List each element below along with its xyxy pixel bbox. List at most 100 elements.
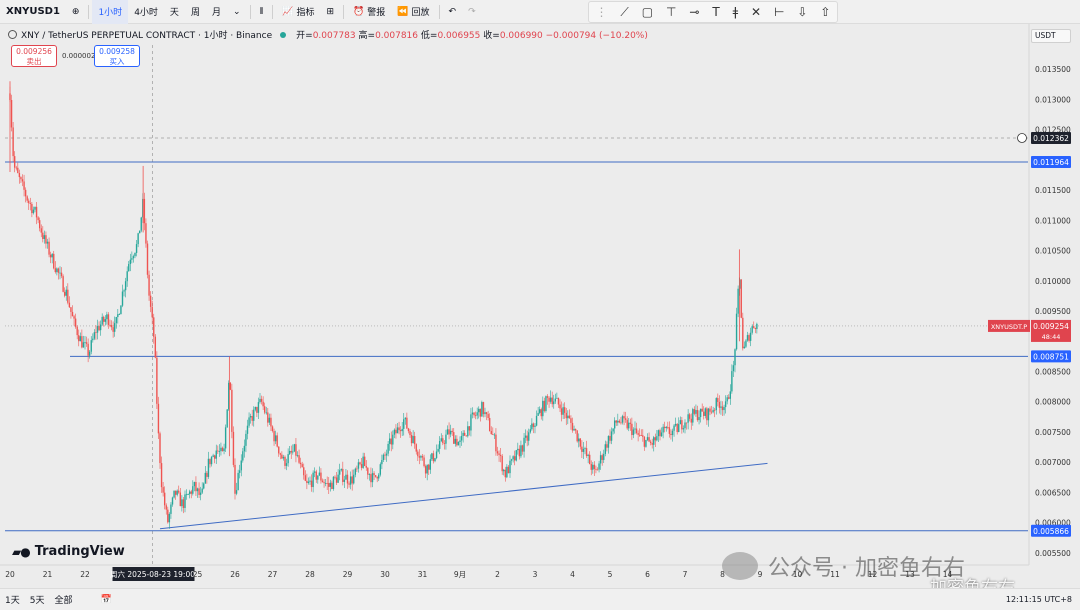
candle-body — [159, 433, 161, 464]
candle-body — [332, 476, 335, 489]
candle-body — [63, 291, 66, 296]
x-tick-label: 周六 2025-08-23 19:00 — [110, 569, 195, 579]
candle-body — [60, 272, 63, 277]
candle-body — [593, 464, 596, 469]
candle-body — [554, 398, 557, 402]
candle-body — [123, 290, 125, 292]
candle-body — [610, 431, 613, 441]
currency-selector[interactable]: USDT — [1031, 29, 1071, 43]
chart-legend: XNY / TetherUS PERPETUAL CONTRACT · 1小时 … — [8, 28, 648, 41]
chart-background — [0, 24, 1080, 588]
candle-body — [242, 451, 244, 461]
candle-body — [709, 408, 711, 412]
candle-body — [457, 441, 460, 446]
horizontal-level-label: 0.005866 — [1033, 527, 1069, 536]
buy-button[interactable]: 0.009258 买入 — [94, 45, 140, 67]
candle-body — [553, 401, 555, 405]
candle-body — [184, 494, 186, 508]
candle-body — [260, 398, 263, 402]
candle-body — [109, 324, 111, 326]
candle-body — [201, 488, 203, 493]
market-status-icon — [280, 31, 287, 38]
candle-body — [657, 430, 660, 437]
candle-body — [174, 490, 177, 495]
candle-body — [488, 417, 491, 432]
range-1d[interactable]: 1天 — [0, 593, 25, 606]
candle-body — [695, 410, 697, 414]
candle-body — [654, 437, 657, 441]
candle-body — [570, 418, 572, 423]
candle-body — [590, 464, 592, 470]
x-tick-label: 7 — [683, 570, 688, 579]
candle-body — [326, 482, 328, 484]
y-tick-label: 0.007500 — [1035, 428, 1071, 437]
candle-body — [256, 406, 258, 413]
candle-body — [253, 409, 255, 421]
candle-body — [498, 453, 500, 455]
x-tick-label: 26 — [230, 570, 240, 579]
candle-body — [534, 425, 536, 427]
candle-body — [531, 423, 533, 430]
candle-body — [696, 410, 699, 421]
range-all[interactable]: 全部 — [49, 593, 77, 606]
candle-body — [226, 409, 228, 428]
candle-body — [634, 428, 636, 430]
sell-button[interactable]: 0.009256 卖出 — [11, 45, 57, 67]
candle-body — [671, 430, 674, 436]
candle-body — [287, 454, 289, 464]
candle-body — [579, 438, 582, 447]
candle-body — [415, 444, 417, 452]
candle-body — [515, 450, 517, 461]
candle-body — [209, 458, 211, 465]
calendar-icon[interactable]: 📅 — [95, 595, 116, 605]
candle-body — [199, 492, 202, 495]
candle-body — [653, 437, 655, 445]
candle-body — [362, 456, 364, 468]
candle-body — [428, 464, 430, 470]
candle-body — [603, 453, 605, 460]
candle-body — [462, 432, 464, 436]
candle-body — [354, 468, 357, 475]
candle-body — [76, 326, 78, 336]
candle-body — [601, 455, 603, 460]
candle-body — [90, 340, 92, 352]
candle-body — [370, 474, 372, 483]
x-tick-label: 2 — [495, 570, 500, 579]
x-tick-label: 21 — [43, 570, 53, 579]
candle-body — [268, 417, 271, 423]
price-chart[interactable]: 0.0135000.0130000.0125000.0115000.011000… — [0, 0, 1080, 588]
candle-body — [28, 200, 30, 204]
y-tick-label: 0.007000 — [1035, 458, 1071, 467]
candle-body — [271, 426, 274, 432]
candle-body — [34, 206, 36, 210]
candle-body — [548, 397, 550, 402]
candle-body — [665, 426, 667, 429]
candle-body — [254, 406, 257, 410]
candle-body — [412, 436, 414, 444]
candle-body — [557, 397, 560, 405]
candle-body — [135, 244, 138, 253]
candle-body — [68, 302, 71, 308]
candle-body — [424, 466, 427, 474]
candle-body — [40, 228, 42, 233]
candle-body — [285, 463, 288, 466]
candle-body — [587, 454, 589, 456]
range-5d[interactable]: 5天 — [25, 593, 50, 606]
candle-body — [473, 412, 475, 416]
candle-body — [637, 433, 639, 435]
x-tick-label: 9月 — [454, 570, 466, 579]
candle-body — [18, 172, 21, 178]
candle-body — [649, 441, 652, 443]
horizontal-level-label: 0.008751 — [1033, 352, 1069, 361]
candle-body — [163, 492, 166, 506]
candle-body — [623, 416, 625, 419]
candle-body — [584, 448, 586, 449]
buy-price: 0.009258 — [99, 47, 135, 56]
candle-body — [470, 414, 472, 431]
candle-body — [348, 483, 350, 485]
candle-body — [179, 492, 182, 507]
candle-body — [85, 342, 88, 344]
candle-body — [173, 490, 175, 498]
candle-body — [182, 499, 185, 508]
candle-body — [220, 447, 222, 452]
